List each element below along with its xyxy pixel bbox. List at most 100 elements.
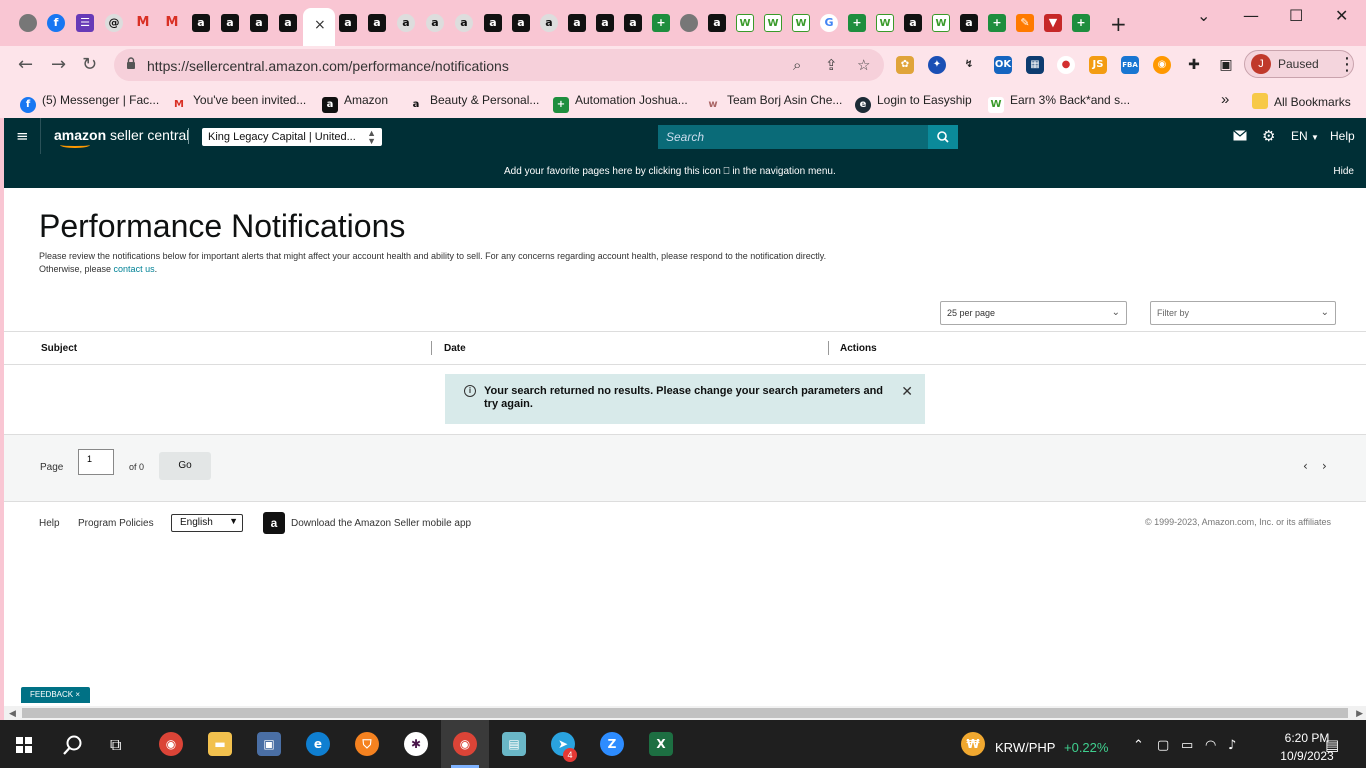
feedback-button[interactable]: FEEDBACK ×	[21, 687, 90, 703]
extension-icon[interactable]: ✿	[896, 56, 914, 74]
amazon-tab-icon[interactable]: a	[708, 14, 726, 32]
per-page-select[interactable]: 25 per page ⌄	[940, 301, 1127, 325]
bookmark-item[interactable]: f (5) Messenger | Fac...	[20, 93, 159, 113]
mail-icon[interactable]	[1233, 130, 1247, 141]
bookmark-item[interactable]: + Automation Joshua...	[553, 93, 688, 113]
amazon-tab-icon[interactable]: a	[279, 14, 297, 32]
browser-menu-icon[interactable]: ⋮	[1338, 54, 1356, 75]
tab-icon[interactable]: a	[426, 14, 444, 32]
task-view-icon[interactable]: ⧉	[110, 735, 121, 755]
amazon-tab-icon[interactable]: a	[596, 14, 614, 32]
notifications-icon[interactable]: ▤	[1325, 736, 1339, 754]
hide-favorites-button[interactable]: Hide	[1333, 166, 1354, 177]
reload-icon[interactable]: ↻	[82, 54, 97, 75]
extensions-puzzle-icon[interactable]: ✚	[1185, 56, 1203, 74]
currency-ticker-icon[interactable]: ₩	[961, 732, 985, 756]
windows-start-icon[interactable]	[16, 737, 32, 753]
extension-ok-icon[interactable]: OK	[994, 56, 1012, 74]
bookmark-item[interactable]: a Amazon	[322, 93, 388, 113]
chrome-icon[interactable]: ◉	[159, 732, 183, 756]
bookmark-item[interactable]: M You've been invited...	[171, 93, 306, 113]
maximize-icon[interactable]: ☐	[1289, 6, 1303, 25]
new-tab-button[interactable]: +	[1110, 12, 1127, 36]
globe-tab-icon[interactable]	[680, 14, 698, 32]
chevron-up-icon[interactable]: ⌃	[1133, 738, 1144, 753]
amazon-tab-icon[interactable]: a	[221, 14, 239, 32]
extension-fba-icon[interactable]: FBA	[1121, 56, 1139, 74]
column-header-subject[interactable]: Subject	[41, 343, 77, 354]
url-text[interactable]: https://sellercentral.amazon.com/perform…	[147, 58, 509, 74]
notepad-icon[interactable]: ▤	[502, 732, 526, 756]
amazon-tab-icon[interactable]: a	[192, 14, 210, 32]
help-link[interactable]: Help	[1330, 129, 1355, 143]
ticker-change[interactable]: +0.22%	[1064, 740, 1108, 755]
gmail-tab-icon[interactable]: M	[134, 14, 152, 32]
search-button[interactable]	[928, 125, 958, 149]
program-policies-link[interactable]: Program Policies	[78, 518, 154, 529]
previous-page-icon[interactable]: ‹	[1303, 459, 1308, 473]
sheets-tab-icon[interactable]: +	[1072, 14, 1090, 32]
excel-icon[interactable]: X	[649, 732, 673, 756]
search-icon[interactable]	[62, 734, 84, 756]
zoom-app-icon[interactable]: Z	[600, 732, 624, 756]
extension-icon[interactable]: ↯	[960, 56, 978, 74]
footer-help-link[interactable]: Help	[39, 518, 60, 529]
column-header-date[interactable]: Date	[444, 343, 466, 354]
tab-search-icon[interactable]: ⌄	[1197, 6, 1210, 25]
search-input[interactable]: Search	[658, 125, 928, 149]
gmail-tab-icon[interactable]: M	[163, 14, 181, 32]
amazon-tab-icon[interactable]: a	[250, 14, 268, 32]
account-selector[interactable]: King Legacy Capital | United... ▲ ▼	[202, 128, 382, 146]
bookmark-item[interactable]: w Team Borj Asin Che...	[705, 93, 842, 113]
column-header-actions[interactable]: Actions	[840, 343, 877, 354]
download-app-link[interactable]: Download the Amazon Seller mobile app	[291, 518, 471, 529]
amazon-tab-icon[interactable]: a	[568, 14, 586, 32]
slack-icon[interactable]: ✱	[404, 732, 428, 756]
file-explorer-icon[interactable]: ▬	[208, 732, 232, 756]
close-window-icon[interactable]: ✕	[1335, 6, 1348, 25]
ticker-pair[interactable]: KRW/PHP	[995, 740, 1055, 755]
vpn-icon[interactable]: ⛉	[355, 732, 379, 756]
wz-tab-icon[interactable]: W	[792, 14, 810, 32]
tab-icon[interactable]: @	[105, 14, 123, 32]
tab-close-icon[interactable]: ×	[314, 17, 326, 33]
contact-us-link[interactable]: contact us	[114, 264, 155, 274]
extension-icon[interactable]: ✦	[928, 56, 946, 74]
chrome-icon[interactable]	[19, 14, 37, 32]
wz-tab-icon[interactable]: W	[876, 14, 894, 32]
settings-gear-icon[interactable]: ⚙	[1262, 127, 1275, 145]
go-button[interactable]: Go	[159, 452, 211, 480]
edge-icon[interactable]: e	[306, 732, 330, 756]
footer-language-select[interactable]: English ▼	[171, 514, 243, 532]
sheets-tab-icon[interactable]: +	[848, 14, 866, 32]
horizontal-scrollbar[interactable]: ◀ ▶	[4, 706, 1366, 720]
page-number-input[interactable]: 1	[78, 449, 114, 475]
tab-icon[interactable]: a	[540, 14, 558, 32]
amazon-tab-icon[interactable]: a	[368, 14, 386, 32]
address-bar[interactable]: https://sellercentral.amazon.com/perform…	[114, 49, 884, 81]
volume-icon[interactable]: ♪	[1228, 738, 1236, 753]
amazon-tab-icon[interactable]: a	[624, 14, 642, 32]
wz-tab-icon[interactable]: W	[764, 14, 782, 32]
google-tab-icon[interactable]: G	[820, 14, 838, 32]
back-icon[interactable]: ←	[18, 54, 33, 75]
zoom-icon[interactable]: ⌕	[793, 56, 801, 74]
scrollbar-thumb[interactable]	[22, 708, 1348, 718]
language-selector[interactable]: EN ▼	[1291, 129, 1319, 143]
extension-icon[interactable]: ▦	[1026, 56, 1044, 74]
app-icon[interactable]: ▣	[257, 732, 281, 756]
extension-js-icon[interactable]: JS	[1089, 56, 1107, 74]
amazon-tab-icon[interactable]: a	[960, 14, 978, 32]
wz-tab-icon[interactable]: W	[932, 14, 950, 32]
bookmark-item[interactable]: W Earn 3% Back*and s...	[988, 93, 1130, 113]
bookmarks-overflow-icon[interactable]: »	[1221, 91, 1229, 108]
wifi-icon[interactable]: ◠	[1205, 738, 1216, 753]
bookmark-item[interactable]: a Beauty & Personal...	[408, 93, 540, 113]
next-page-icon[interactable]: ›	[1322, 459, 1327, 473]
amazon-seller-app-icon[interactable]: a	[263, 512, 285, 534]
extension-icon[interactable]: ◉	[1153, 56, 1171, 74]
seller-central-logo[interactable]: amazon seller central	[54, 127, 189, 148]
battery-icon[interactable]: ▭	[1181, 738, 1193, 753]
share-icon[interactable]: ⇪	[825, 56, 838, 74]
scroll-left-icon[interactable]: ◀	[9, 706, 16, 720]
